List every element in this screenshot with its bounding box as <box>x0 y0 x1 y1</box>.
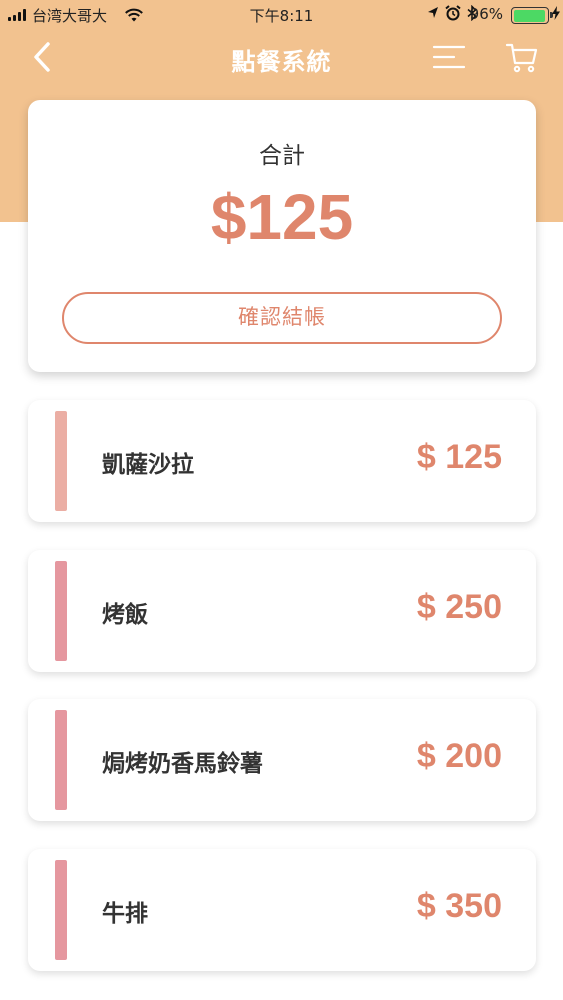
item-price: $ 250 <box>416 588 502 626</box>
order-item[interactable]: 凱薩沙拉 $ 125 <box>28 400 536 522</box>
item-color-bar <box>55 710 67 810</box>
item-name: 牛排 <box>102 901 148 927</box>
menu-button[interactable] <box>432 44 466 70</box>
item-name: 凱薩沙拉 <box>102 452 194 478</box>
nav-bar: 點餐系統 <box>0 34 563 80</box>
order-item[interactable]: 烤飯 $ 250 <box>28 550 536 672</box>
item-name: 焗烤奶香馬鈴薯 <box>102 751 263 777</box>
item-name: 烤飯 <box>102 602 148 628</box>
total-label: 合計 <box>259 143 305 169</box>
alarm-icon <box>445 5 461 21</box>
status-bar: 台湾大哥大 下午8:11 96% <box>0 0 563 30</box>
item-color-bar <box>55 860 67 960</box>
cart-icon <box>505 43 538 73</box>
item-color-bar <box>55 411 67 511</box>
cart-button[interactable] <box>505 40 539 74</box>
item-price: $ 350 <box>416 887 502 925</box>
checkout-button[interactable]: 確認結帳 <box>62 292 502 344</box>
item-color-bar <box>55 561 67 661</box>
total-amount: $125 <box>210 181 354 253</box>
battery-percentage: 96% <box>469 5 503 23</box>
charging-icon <box>552 6 560 20</box>
menu-icon <box>432 45 466 69</box>
location-icon <box>428 7 438 18</box>
battery-icon <box>511 7 553 24</box>
order-item[interactable]: 牛排 $ 350 <box>28 849 536 971</box>
item-price: $ 125 <box>416 438 502 476</box>
item-price: $ 200 <box>416 737 502 775</box>
order-item[interactable]: 焗烤奶香馬鈴薯 $ 200 <box>28 699 536 821</box>
page-title: 點餐系統 <box>231 48 332 76</box>
total-card: 合計 $125 確認結帳 <box>28 100 536 372</box>
